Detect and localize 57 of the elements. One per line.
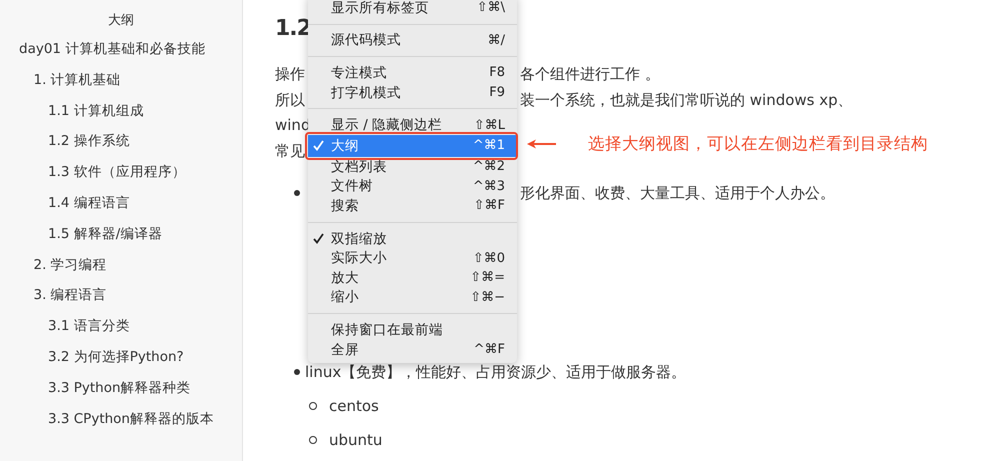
shortcut-text: ⌘/ <box>488 32 505 48</box>
menu-item[interactable]: 实际大小 ⇧⌘0 <box>308 248 517 268</box>
shortcut-text: ⇧⌘\ <box>476 0 505 16</box>
shortcut-text: ⇧⌘L <box>474 118 505 133</box>
paragraph-text: 操作 <box>275 64 305 85</box>
list-item-text: linux【免费】，性能好、占用资源少、适用于做服务器。 <box>305 362 686 383</box>
sidebar-title: 大纲 <box>107 12 135 30</box>
menu-item[interactable]: 缩小 ⇧⌘− <box>308 288 517 308</box>
bullet-icon <box>309 402 317 410</box>
list-item-text: 形化界面、收费、大量工具、适用于个人办公。 <box>520 182 835 204</box>
menu-item[interactable]: 源代码模式 ⌘/ <box>308 30 517 50</box>
outline-item[interactable]: 3. 编程语言 <box>34 283 107 314</box>
menu-item[interactable]: 保持窗口在最前端 <box>308 320 517 340</box>
annotation-text: 选择大纲视图，可以在左侧边栏看到目录结构 <box>588 133 928 155</box>
shortcut-text: F9 <box>489 85 505 100</box>
shortcut-text: ^⌘F <box>474 342 505 358</box>
outline-item[interactable]: 1. 计算机基础 <box>34 68 121 99</box>
menu-item[interactable]: 文档列表 ^⌘2 <box>308 156 517 177</box>
outline-item[interactable]: 1.3 软件（应用程序） <box>48 160 186 191</box>
bullet-icon <box>294 368 300 375</box>
shortcut-text: F8 <box>489 65 505 80</box>
menu-item[interactable]: 显示所有标签页 ⇧⌘\ <box>308 0 517 18</box>
shortcut-text: ^⌘3 <box>472 178 505 194</box>
outline-item[interactable]: 3.3 Python解释器种类 <box>48 376 191 407</box>
bullet-icon <box>309 436 317 444</box>
paragraph-text: 各个组件进行工作 。 <box>520 64 660 85</box>
list-item-text: centos <box>329 396 379 415</box>
outline-item[interactable]: 1.1 计算机组成 <box>48 98 144 130</box>
paragraph-text: 装一个系统，也就是我们常听说的 windows xp、 <box>520 90 853 111</box>
menu-item[interactable]: 文件树 ^⌘3 <box>308 176 517 196</box>
outline-item[interactable]: day01 计算机基础和必备技能 <box>19 37 206 68</box>
menu-item[interactable]: 显示 / 隐藏侧边栏 ⇧⌘L <box>308 115 517 135</box>
arrow-icon <box>527 139 556 149</box>
outline-item[interactable]: 1.4 编程语言 <box>48 190 130 222</box>
menu-item[interactable]: 打字机模式 F9 <box>308 82 517 102</box>
outline-item[interactable]: 3.2 为何选择Python? <box>48 344 184 376</box>
shortcut-text: ⇧⌘= <box>470 270 505 286</box>
menu-item[interactable]: 大纲 ^⌘1 <box>308 134 517 157</box>
outline-item[interactable]: 3.3 CPython解释器的版本 <box>48 406 214 438</box>
outline-item[interactable]: 3.1 语言分类 <box>48 314 130 345</box>
menu-item[interactable]: 专注模式 F8 <box>308 63 517 83</box>
shortcut-text: ⇧⌘0 <box>472 250 505 266</box>
bullet-icon <box>294 190 300 196</box>
list-item-text: ubuntu <box>329 430 382 449</box>
outline-item[interactable]: 1.5 解释器/编译器 <box>48 222 162 253</box>
menu-item[interactable]: 放大 ⇧⌘= <box>308 268 517 288</box>
shortcut-text: ^⌘2 <box>472 159 505 174</box>
shortcut-text: ^⌘1 <box>472 138 505 154</box>
shortcut-text: ⇧⌘− <box>470 290 505 305</box>
menu-item[interactable]: 全屏 ^⌘F <box>308 340 517 360</box>
shortcut-text: ⇧⌘F <box>474 198 505 214</box>
paragraph-text: 常见 <box>275 141 305 162</box>
menu-item[interactable]: 搜索 ⇧⌘F <box>308 196 517 216</box>
menu-item[interactable]: 双指缩放 <box>308 228 517 248</box>
outline-item[interactable]: 2. 学习编程 <box>34 252 107 284</box>
paragraph-text: 所以 <box>275 90 305 111</box>
outline-item[interactable]: 1.2 操作系统 <box>48 129 130 160</box>
